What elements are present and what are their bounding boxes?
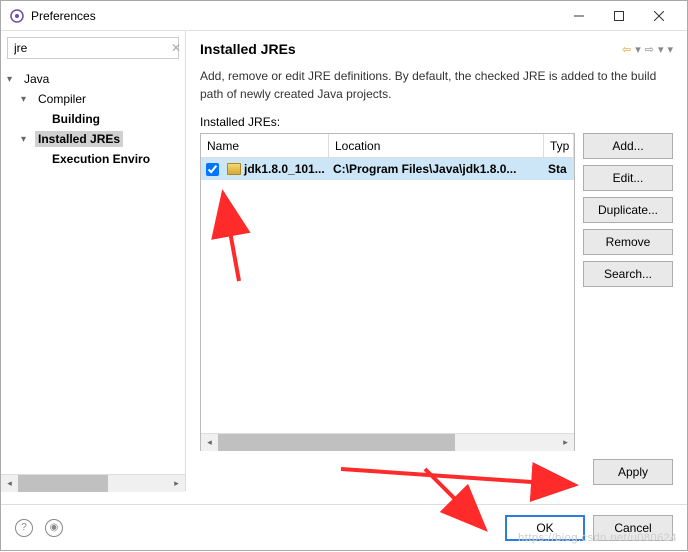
- watermark: https://biog.csdn.net/u080624: [518, 532, 677, 544]
- tree-item-execution-env[interactable]: Execution Enviro: [1, 149, 185, 169]
- scroll-right-icon[interactable]: ▸: [168, 475, 185, 492]
- dropdown-icon[interactable]: ▾: [635, 43, 641, 56]
- nav-history: ⇦ ▾ ⇨ ▾ ▾: [622, 43, 673, 56]
- tree-item-java[interactable]: ▾ Java: [1, 69, 185, 89]
- add-button[interactable]: Add...: [583, 133, 673, 159]
- tree-item-compiler[interactable]: ▾ Compiler: [1, 89, 185, 109]
- col-name[interactable]: Name: [201, 134, 329, 157]
- minimize-button[interactable]: [559, 2, 599, 30]
- scroll-left-icon[interactable]: ◂: [201, 434, 218, 451]
- table-hscroll[interactable]: ◂ ▸: [201, 433, 574, 450]
- jre-icon: [227, 163, 241, 175]
- dropdown-icon[interactable]: ▾: [658, 43, 664, 56]
- preferences-tree: ▾ Java ▾ Compiler Building ▾ Installed J…: [1, 65, 185, 474]
- col-type[interactable]: Typ: [544, 134, 574, 157]
- filter-input-wrap[interactable]: ✕: [7, 37, 179, 59]
- filter-input[interactable]: [12, 40, 171, 56]
- close-button[interactable]: [639, 2, 679, 30]
- nav-back-icon[interactable]: ⇦: [622, 43, 631, 56]
- sidebar-hscroll[interactable]: ◂ ▸: [1, 474, 185, 491]
- jre-table: Name Location Typ jdk1.8.0_101... C:\Pro…: [200, 133, 575, 451]
- duplicate-button[interactable]: Duplicate...: [583, 197, 673, 223]
- edit-button[interactable]: Edit...: [583, 165, 673, 191]
- remove-button[interactable]: Remove: [583, 229, 673, 255]
- scroll-left-icon[interactable]: ◂: [1, 475, 18, 492]
- nav-forward-icon[interactable]: ⇨: [645, 43, 654, 56]
- jre-location: C:\Program Files\Java\jdk1.8.0...: [329, 162, 544, 176]
- page-title: Installed JREs: [200, 41, 622, 57]
- clear-filter-icon[interactable]: ✕: [171, 41, 181, 55]
- table-label: Installed JREs:: [200, 115, 673, 129]
- menu-icon[interactable]: ▾: [667, 43, 673, 56]
- chevron-down-icon: ▾: [21, 134, 35, 145]
- scroll-right-icon[interactable]: ▸: [557, 434, 574, 451]
- app-icon: [9, 8, 25, 24]
- jre-name: jdk1.8.0_101...: [244, 162, 325, 176]
- apply-button[interactable]: Apply: [593, 459, 673, 485]
- tree-item-installed-jres[interactable]: ▾ Installed JREs: [1, 129, 185, 149]
- chevron-down-icon: ▾: [21, 94, 35, 105]
- col-location[interactable]: Location: [329, 134, 544, 157]
- tree-item-building[interactable]: Building: [1, 109, 185, 129]
- page-description: Add, remove or edit JRE definitions. By …: [200, 67, 673, 103]
- help-icon[interactable]: ?: [15, 519, 33, 537]
- chevron-down-icon: ▾: [7, 74, 21, 85]
- jre-default-checkbox[interactable]: [206, 163, 219, 176]
- jre-type: Sta: [544, 162, 574, 176]
- import-export-icon[interactable]: ◉: [45, 519, 63, 537]
- table-row[interactable]: jdk1.8.0_101... C:\Program Files\Java\jd…: [201, 158, 574, 180]
- maximize-button[interactable]: [599, 2, 639, 30]
- search-button[interactable]: Search...: [583, 261, 673, 287]
- window-title: Preferences: [31, 9, 559, 23]
